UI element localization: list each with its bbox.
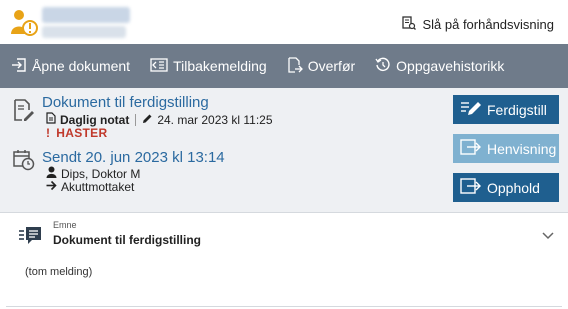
header: Slå på forhåndsvisning	[0, 0, 568, 44]
preview-toggle-label: Slå på forhåndsvisning	[422, 17, 554, 32]
chevron-down-icon[interactable]	[541, 229, 555, 244]
meta-separator	[135, 113, 137, 126]
sent-timestamp: Sendt 20. jun 2023 kl 13:14	[42, 149, 225, 166]
arrow-right-icon	[46, 180, 61, 194]
sender-name: Dips, Doktor M	[61, 166, 141, 181]
open-document-icon	[11, 57, 32, 75]
calendar-clock-icon	[13, 149, 35, 174]
preview-toggle-button[interactable]: Slå på forhåndsvisning	[402, 16, 554, 33]
stay-label: Opphold	[487, 179, 540, 196]
document-meta: Daglig notat 24. mar 2023 kl 11:25	[46, 112, 273, 127]
message-body: (tom melding)	[25, 266, 93, 278]
stay-icon	[460, 178, 487, 197]
task-info-panel: Dokument til ferdigstilling Daglig notat…	[0, 88, 568, 213]
referral-label: Henvisning	[487, 140, 557, 157]
finish-icon	[460, 100, 487, 119]
transfer-button[interactable]: Overfør	[287, 56, 356, 76]
priority-badge: ! HASTER	[46, 126, 107, 140]
feedback-icon	[150, 57, 173, 75]
subject-label: Emne	[53, 220, 77, 230]
referral-button[interactable]: Henvisning	[453, 134, 559, 163]
toolbar: Åpne dokument Tilbakemelding Overfør Opp…	[0, 44, 568, 88]
recipient-name: Akuttmottaket	[61, 180, 135, 194]
user-id-redacted	[42, 26, 126, 38]
subject-value: Dokument til ferdigstilling	[53, 233, 202, 247]
referral-icon	[460, 139, 487, 158]
history-icon	[375, 57, 396, 76]
user-warning-icon	[10, 8, 40, 38]
open-document-button[interactable]: Åpne dokument	[11, 57, 131, 75]
stay-button[interactable]: Opphold	[453, 173, 559, 202]
document-icon	[46, 112, 60, 127]
task-title[interactable]: Dokument til ferdigstilling	[42, 94, 209, 111]
feedback-label: Tilbakemelding	[173, 58, 267, 74]
recipient-row: Akuttmottaket	[46, 180, 134, 194]
document-edit-icon	[13, 98, 35, 125]
transfer-label: Overfør	[307, 58, 356, 74]
finish-button[interactable]: Ferdigstill	[453, 95, 559, 124]
task-history-button[interactable]: Oppgavehistorikk	[375, 57, 504, 76]
person-icon	[46, 166, 61, 181]
message-icon	[18, 225, 42, 250]
exclamation-icon: !	[46, 126, 51, 140]
open-document-label: Åpne dokument	[32, 58, 131, 74]
message-panel: Emne Dokument til ferdigstilling (tom me…	[0, 213, 568, 309]
feedback-button[interactable]: Tilbakemelding	[150, 57, 267, 75]
divider	[6, 306, 562, 307]
transfer-icon	[287, 56, 308, 76]
pencil-icon	[142, 113, 157, 127]
priority-label: HASTER	[56, 126, 108, 140]
edited-timestamp: 24. mar 2023 kl 11:25	[157, 112, 273, 127]
task-history-label: Oppgavehistorikk	[396, 58, 505, 74]
finish-label: Ferdigstill	[487, 101, 547, 118]
preview-icon	[402, 16, 422, 33]
sender-row: Dips, Doktor M	[46, 166, 140, 181]
document-type: Daglig notat	[60, 112, 130, 127]
user-name-redacted	[42, 7, 130, 23]
